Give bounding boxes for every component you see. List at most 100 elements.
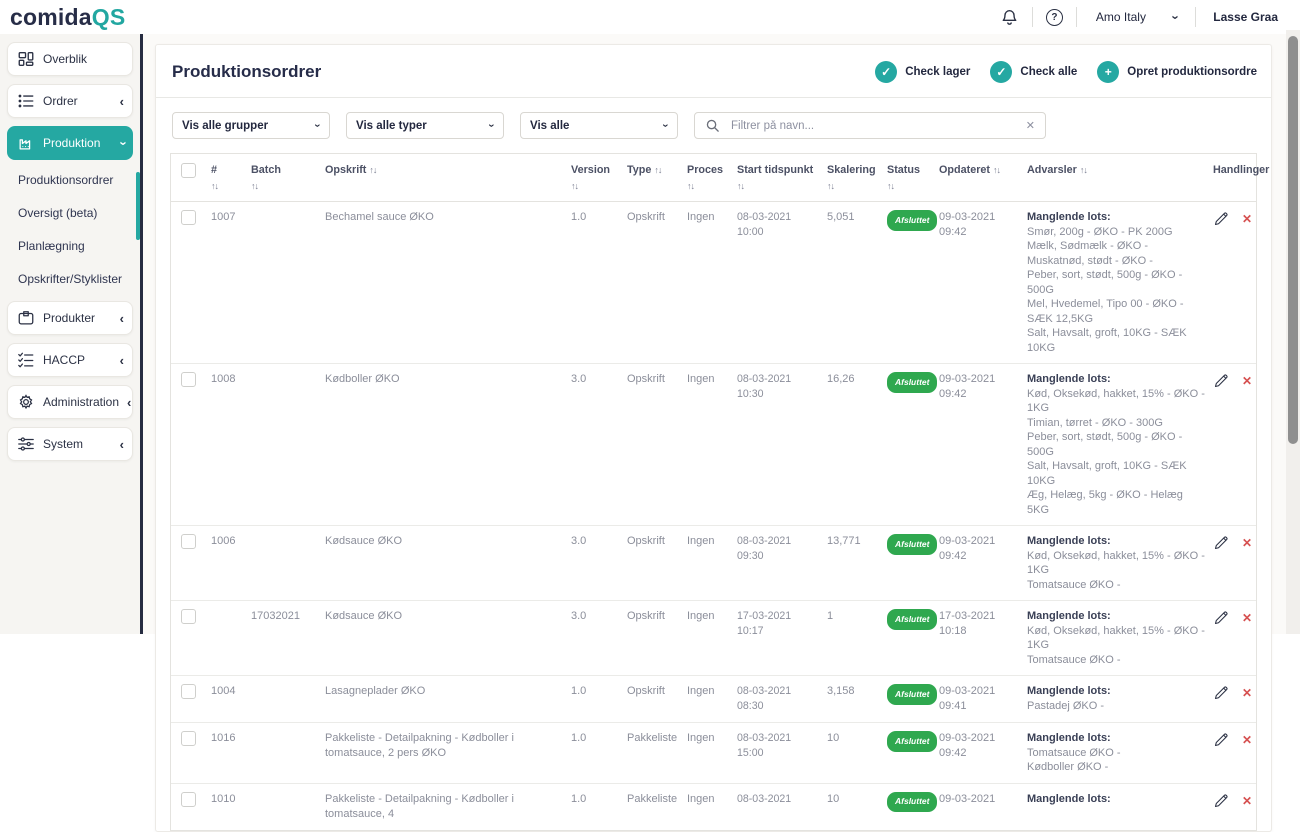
type-filter-select[interactable]: Vis alle typer ‹ [346, 112, 504, 139]
column-handlinger: Handlinger [1213, 163, 1269, 178]
sidebar-item-system[interactable]: System ‹ [7, 427, 133, 461]
sidebar-subitem-produktionsordrer[interactable]: Produktionsordrer [18, 172, 133, 188]
row-number: 1007 [211, 210, 251, 225]
sort-icon[interactable]: ↑↓ [654, 165, 661, 175]
filter-bar: Vis alle grupper ‹ Vis alle typer ‹ Vis … [170, 98, 1259, 151]
dashboard-icon [17, 50, 35, 68]
edit-icon[interactable] [1213, 732, 1229, 748]
row-actions: ✕ [1213, 792, 1260, 809]
check-lager-button[interactable]: ✓ Check lager [875, 61, 970, 83]
row-checkbox[interactable] [181, 534, 196, 549]
edit-icon[interactable] [1213, 535, 1229, 551]
sidebar-item-administration[interactable]: Administration ‹ [7, 385, 133, 419]
check-alle-button[interactable]: ✓ Check alle [990, 61, 1077, 83]
edit-icon[interactable] [1213, 373, 1229, 389]
table-body: 1007Bechamel sauce ØKO1.0OpskriftIngen08… [171, 202, 1256, 830]
row-type: Opskrift [627, 534, 687, 549]
edit-icon[interactable] [1213, 793, 1229, 809]
sidebar-item-label: HACCP [43, 353, 112, 367]
row-checkbox-cell [181, 609, 211, 629]
table-row: 17032021Kødsauce ØKO3.0OpskriftIngen17-0… [171, 601, 1256, 676]
row-checkbox[interactable] [181, 792, 196, 807]
notifications-bell-icon[interactable] [1000, 8, 1019, 27]
page-title: Produktionsordrer [172, 62, 321, 82]
row-batch: 17032021 [251, 609, 325, 624]
sort-icon[interactable]: ↑↓ [737, 179, 827, 194]
workspace-selector[interactable]: Amo Italy ‹ [1090, 10, 1182, 24]
row-version: 3.0 [571, 609, 627, 624]
sidebar-item-ordrer[interactable]: Ordrer ‹ [7, 84, 133, 118]
table-row: 1004Lasagneplader ØKO1.0OpskriftIngen08-… [171, 676, 1256, 723]
sort-icon[interactable]: ↑↓ [211, 179, 251, 194]
column-proces: Proces↑↓ [687, 163, 737, 194]
status-filter-value: Vis alle [530, 120, 569, 132]
sort-icon[interactable]: ↑↓ [827, 179, 887, 194]
row-version: 3.0 [571, 534, 627, 549]
row-proces: Ingen [687, 792, 737, 807]
row-advarsler: Manglende lots:Kød, Oksekød, hakket, 15%… [1027, 609, 1213, 667]
advarsler-item: Kød, Oksekød, hakket, 15% - ØKO - 1KG [1027, 624, 1205, 653]
app-logo: comidaQS [10, 6, 125, 29]
row-start-tidspunkt: 08-03-2021 10:00 [737, 210, 827, 240]
search-input[interactable] [729, 119, 1017, 133]
sidebar-item-haccp[interactable]: HACCP ‹ [7, 343, 133, 377]
delete-icon[interactable]: ✕ [1242, 213, 1252, 225]
delete-icon[interactable]: ✕ [1242, 795, 1252, 807]
sidebar-subitem-opskrifter-styklister[interactable]: Opskrifter/Styklister [18, 271, 133, 287]
delete-icon[interactable]: ✕ [1242, 612, 1252, 624]
row-checkbox[interactable] [181, 684, 196, 699]
edit-icon[interactable] [1213, 211, 1229, 227]
status-badge: Afsluttet [887, 731, 937, 752]
status-filter-select[interactable]: Vis alle ‹ [520, 112, 678, 139]
delete-icon[interactable]: ✕ [1242, 687, 1252, 699]
row-type: Opskrift [627, 684, 687, 699]
sort-icon[interactable]: ↑↓ [251, 179, 325, 194]
row-number: 1016 [211, 731, 251, 746]
sort-icon[interactable]: ↑↓ [571, 179, 627, 194]
sort-icon[interactable]: ↑↓ [993, 165, 1000, 175]
sidebar-item-produktion[interactable]: Produktion ‹ [7, 126, 133, 160]
sidebar-subitem-oversigt-beta[interactable]: Oversigt (beta) [18, 205, 133, 221]
sort-icon[interactable]: ↑↓ [1080, 165, 1087, 175]
edit-icon[interactable] [1213, 610, 1229, 626]
vertical-scrollbar [1286, 30, 1300, 634]
sort-icon[interactable]: ↑↓ [369, 165, 376, 175]
row-opdateret: 17-03-2021 10:18 [939, 609, 1027, 639]
sidebar-subitem-planlaegning[interactable]: Planlægning [18, 238, 133, 254]
row-status-cell: Afsluttet [887, 534, 939, 555]
row-version: 1.0 [571, 684, 627, 699]
sort-icon[interactable]: ↑↓ [887, 179, 939, 194]
sort-icon[interactable]: ↑↓ [687, 179, 737, 194]
plus-circle-icon: + [1097, 61, 1119, 83]
row-checkbox[interactable] [181, 731, 196, 746]
clear-search-icon[interactable]: ✕ [1026, 119, 1035, 132]
scrollbar-thumb[interactable] [1288, 36, 1298, 444]
row-checkbox-cell [181, 372, 211, 392]
row-actions: ✕ [1213, 534, 1260, 551]
sidebar-item-produkter[interactable]: Produkter ‹ [7, 301, 133, 335]
row-opskrift: Lasagneplader ØKO [325, 684, 571, 699]
row-checkbox[interactable] [181, 609, 196, 624]
group-filter-select[interactable]: Vis alle grupper ‹ [172, 112, 330, 139]
produktion-subnav: Produktionsordrer Oversigt (beta) Planlæ… [7, 172, 133, 287]
row-checkbox[interactable] [181, 210, 196, 225]
delete-icon[interactable]: ✕ [1242, 375, 1252, 387]
advarsler-item: Timian, tørret - ØKO - 300G [1027, 416, 1205, 431]
row-checkbox-cell [181, 731, 211, 751]
delete-icon[interactable]: ✕ [1242, 537, 1252, 549]
user-name[interactable]: Lasse Graa [1209, 10, 1278, 24]
sidebar-item-overblik[interactable]: Overblik [7, 42, 133, 76]
row-opdateret: 09-03-2021 [939, 792, 1027, 807]
help-icon[interactable]: ? [1046, 9, 1063, 26]
row-actions: ✕ [1213, 372, 1260, 389]
select-all-checkbox[interactable] [181, 163, 196, 178]
delete-icon[interactable]: ✕ [1242, 734, 1252, 746]
chevron-left-icon: ‹ [120, 312, 124, 325]
chevron-down-icon: ‹ [487, 124, 498, 128]
opret-produktionsordre-button[interactable]: + Opret produktionsordre [1097, 61, 1257, 83]
column-advarsler: Advarsler↑↓ [1027, 163, 1213, 178]
row-proces: Ingen [687, 684, 737, 699]
row-checkbox[interactable] [181, 372, 196, 387]
edit-icon[interactable] [1213, 685, 1229, 701]
row-start-tidspunkt: 08-03-2021 10:30 [737, 372, 827, 402]
